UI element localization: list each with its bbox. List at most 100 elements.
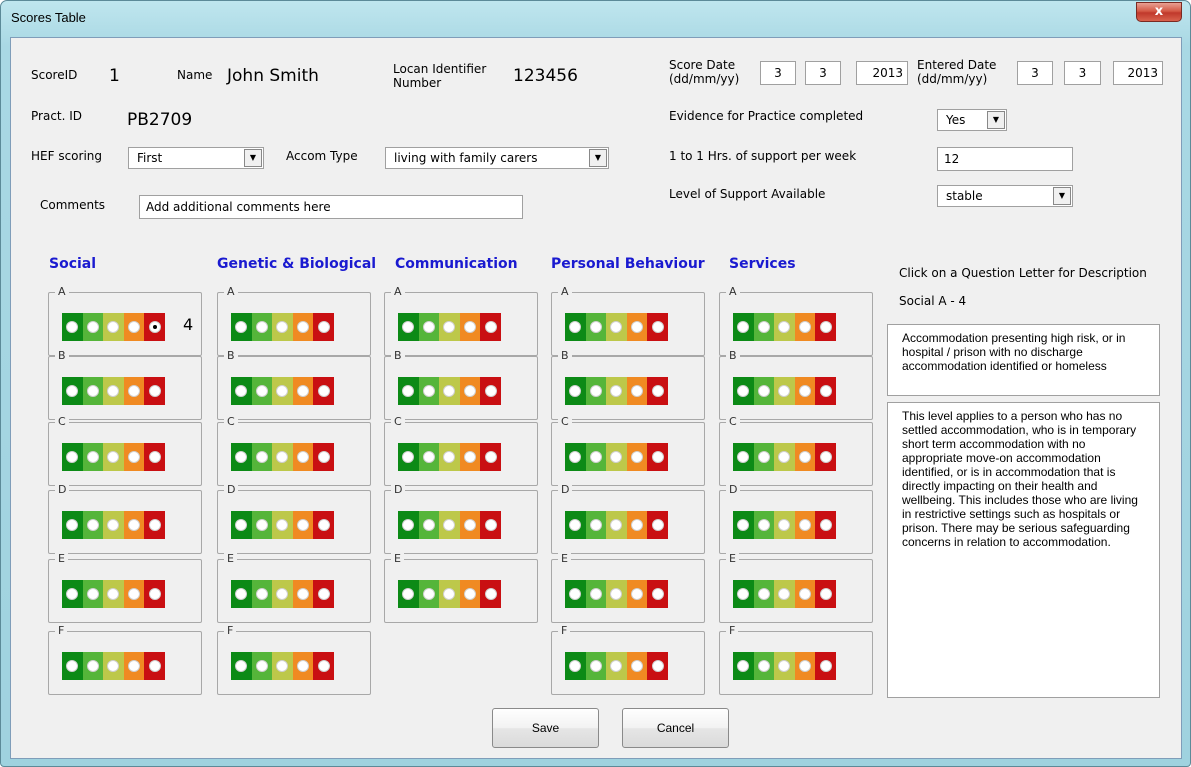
close-button[interactable]: x <box>1136 2 1182 22</box>
score-option-3[interactable] <box>459 377 481 405</box>
score-option-0[interactable] <box>398 580 419 608</box>
score-option-3[interactable] <box>292 377 314 405</box>
score-option-2[interactable] <box>606 377 627 405</box>
score-option-3[interactable] <box>626 443 648 471</box>
score-option-4[interactable] <box>144 511 165 539</box>
score-option-4[interactable] <box>144 580 165 608</box>
score-option-4[interactable] <box>313 580 334 608</box>
score-option-0[interactable] <box>231 313 252 341</box>
score-option-1[interactable] <box>418 313 440 341</box>
score-option-1[interactable] <box>753 580 775 608</box>
score-option-1[interactable] <box>251 443 273 471</box>
question-letter[interactable]: D <box>224 483 239 497</box>
question-letter[interactable]: D <box>558 483 573 497</box>
score-option-3[interactable] <box>123 377 145 405</box>
score-option-1[interactable] <box>585 511 607 539</box>
score-option-3[interactable] <box>292 443 314 471</box>
question-letter[interactable]: A <box>55 285 69 299</box>
score-option-4[interactable] <box>647 580 668 608</box>
score-option-1[interactable] <box>82 511 104 539</box>
score-option-1[interactable] <box>585 580 607 608</box>
question-letter[interactable]: B <box>726 349 740 363</box>
score-option-2[interactable] <box>103 377 124 405</box>
score-option-1[interactable] <box>753 652 775 680</box>
score-option-4[interactable] <box>480 313 501 341</box>
question-letter[interactable]: D <box>726 483 741 497</box>
score-option-3[interactable] <box>123 652 145 680</box>
score-option-2[interactable] <box>103 443 124 471</box>
question-letter[interactable]: E <box>224 552 237 566</box>
score-option-0[interactable] <box>231 652 252 680</box>
support-hours-input[interactable]: 12 <box>937 147 1073 171</box>
evidence-select[interactable]: Yes ▼ <box>937 109 1007 131</box>
score-option-1[interactable] <box>251 377 273 405</box>
comments-input[interactable]: Add additional comments here <box>139 195 523 219</box>
score-option-0[interactable] <box>398 443 419 471</box>
score-option-3[interactable] <box>459 511 481 539</box>
score-option-4[interactable] <box>480 511 501 539</box>
question-letter[interactable]: F <box>224 624 237 638</box>
score-date-day-input[interactable]: 3 <box>760 61 796 85</box>
question-letter[interactable]: B <box>391 349 405 363</box>
chevron-down-icon[interactable]: ▼ <box>1053 187 1071 205</box>
score-option-1[interactable] <box>82 652 104 680</box>
score-option-4[interactable] <box>815 652 836 680</box>
score-option-0[interactable] <box>231 580 252 608</box>
score-option-1[interactable] <box>418 511 440 539</box>
score-option-3[interactable] <box>123 313 145 341</box>
score-option-4[interactable] <box>815 580 836 608</box>
score-option-2[interactable] <box>439 313 460 341</box>
score-option-2[interactable] <box>103 313 124 341</box>
entered-date-day-input[interactable]: 3 <box>1017 61 1053 85</box>
score-option-4[interactable] <box>313 313 334 341</box>
score-option-4[interactable] <box>647 652 668 680</box>
save-button[interactable]: Save <box>492 708 599 748</box>
score-option-1[interactable] <box>753 511 775 539</box>
score-option-2[interactable] <box>103 511 124 539</box>
support-level-select[interactable]: stable ▼ <box>937 185 1073 207</box>
question-letter[interactable]: F <box>558 624 571 638</box>
question-letter[interactable]: A <box>224 285 238 299</box>
score-option-1[interactable] <box>753 377 775 405</box>
score-option-2[interactable] <box>272 313 293 341</box>
score-option-2[interactable] <box>774 652 795 680</box>
score-option-3[interactable] <box>626 652 648 680</box>
question-letter[interactable]: D <box>55 483 70 497</box>
score-option-0[interactable] <box>62 377 83 405</box>
question-letter[interactable]: C <box>224 415 238 429</box>
score-option-0[interactable] <box>565 377 586 405</box>
score-option-0[interactable] <box>733 443 754 471</box>
score-option-3[interactable] <box>459 443 481 471</box>
score-option-1[interactable] <box>251 511 273 539</box>
question-letter[interactable]: B <box>558 349 572 363</box>
score-option-0[interactable] <box>565 313 586 341</box>
score-date-month-input[interactable]: 3 <box>805 61 841 85</box>
score-option-3[interactable] <box>459 580 481 608</box>
score-option-0[interactable] <box>733 652 754 680</box>
score-option-3[interactable] <box>626 377 648 405</box>
question-letter[interactable]: E <box>726 552 739 566</box>
chevron-down-icon[interactable]: ▼ <box>244 149 262 167</box>
score-option-0[interactable] <box>62 443 83 471</box>
score-option-0[interactable] <box>733 377 754 405</box>
score-option-4[interactable] <box>480 377 501 405</box>
score-option-3[interactable] <box>123 580 145 608</box>
score-option-3[interactable] <box>794 313 816 341</box>
cancel-button[interactable]: Cancel <box>622 708 729 748</box>
question-letter[interactable]: D <box>391 483 406 497</box>
score-option-4[interactable] <box>480 580 501 608</box>
score-option-4[interactable] <box>815 443 836 471</box>
score-option-2[interactable] <box>774 313 795 341</box>
question-letter[interactable]: B <box>224 349 238 363</box>
score-option-2[interactable] <box>439 443 460 471</box>
score-option-4[interactable] <box>647 313 668 341</box>
score-option-4[interactable] <box>647 443 668 471</box>
score-option-1[interactable] <box>82 443 104 471</box>
score-option-4[interactable] <box>313 511 334 539</box>
score-option-1[interactable] <box>418 580 440 608</box>
score-option-0[interactable] <box>62 313 83 341</box>
score-option-4[interactable] <box>313 443 334 471</box>
score-option-2[interactable] <box>606 443 627 471</box>
score-option-0[interactable] <box>62 511 83 539</box>
score-option-2[interactable] <box>272 377 293 405</box>
